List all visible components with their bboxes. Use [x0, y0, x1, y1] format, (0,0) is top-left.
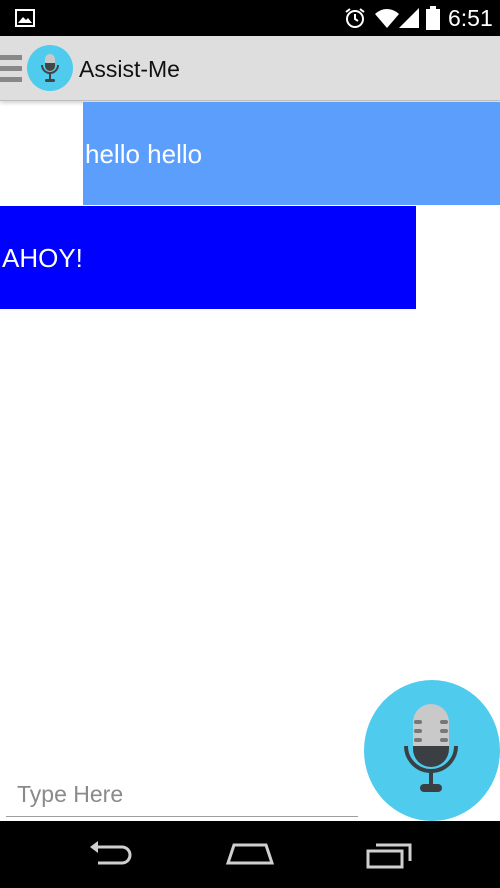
back-icon — [90, 841, 132, 865]
navigation-bar — [0, 821, 500, 888]
home-button[interactable] — [220, 835, 280, 875]
recents-icon — [366, 843, 412, 869]
message-input[interactable] — [6, 772, 358, 816]
message-input-container — [6, 772, 358, 817]
chat-message-user: hello hello — [83, 102, 500, 205]
alarm-icon — [344, 7, 366, 34]
gallery-icon — [15, 9, 35, 32]
microphone-button[interactable] — [364, 680, 500, 821]
chat-message-assistant: AHOY! — [0, 206, 416, 309]
app-title: Assist-Me — [79, 56, 180, 82]
message-text: AHOY! — [2, 242, 83, 273]
microphone-logo-icon[interactable] — [27, 45, 73, 96]
status-clock: 6:51 — [448, 5, 493, 31]
wifi-icon — [374, 7, 400, 34]
battery-icon — [426, 6, 440, 35]
drawer-icon[interactable] — [0, 53, 22, 90]
recents-button[interactable] — [360, 835, 420, 875]
message-text: hello hello — [85, 138, 203, 169]
back-button[interactable] — [82, 835, 142, 875]
signal-icon — [398, 7, 420, 34]
status-bar: 6:51 — [0, 0, 500, 36]
home-icon — [225, 843, 275, 865]
action-bar: Assist-Me — [0, 36, 500, 101]
